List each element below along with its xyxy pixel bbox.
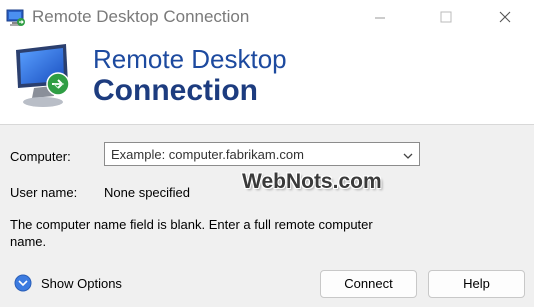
- chevron-down-icon[interactable]: [402, 149, 414, 161]
- username-label: User name:: [10, 185, 78, 200]
- show-options-label[interactable]: Show Options: [41, 276, 122, 291]
- remote-desktop-monitor-icon: [12, 40, 84, 112]
- watermark: WebNots.com: [242, 170, 382, 193]
- close-button[interactable]: [482, 0, 528, 36]
- window-title: Remote Desktop Connection: [32, 7, 250, 26]
- title-bar: Remote Desktop Connection: [0, 0, 534, 36]
- help-button[interactable]: Help: [428, 270, 525, 298]
- status-message: The computer name field is blank. Enter …: [10, 217, 373, 249]
- remote-desktop-icon: [6, 8, 26, 28]
- computer-input[interactable]: Example: computer.fabrikam.com: [111, 147, 304, 162]
- maximize-button[interactable]: [423, 0, 469, 36]
- banner-title-line2: Connection: [93, 74, 258, 107]
- expand-circle-icon[interactable]: [14, 274, 32, 292]
- minimize-button[interactable]: [357, 0, 403, 36]
- header-banner: Remote Desktop Connection: [0, 36, 534, 125]
- connect-button[interactable]: Connect: [320, 270, 417, 298]
- computer-combobox[interactable]: Example: computer.fabrikam.com: [104, 142, 420, 166]
- maximize-icon: [440, 11, 452, 23]
- minimize-icon: [375, 17, 385, 19]
- banner-title-line1: Remote Desktop: [93, 44, 287, 74]
- close-icon: [499, 11, 511, 23]
- username-value: None specified: [104, 185, 190, 200]
- computer-label: Computer:: [10, 149, 71, 164]
